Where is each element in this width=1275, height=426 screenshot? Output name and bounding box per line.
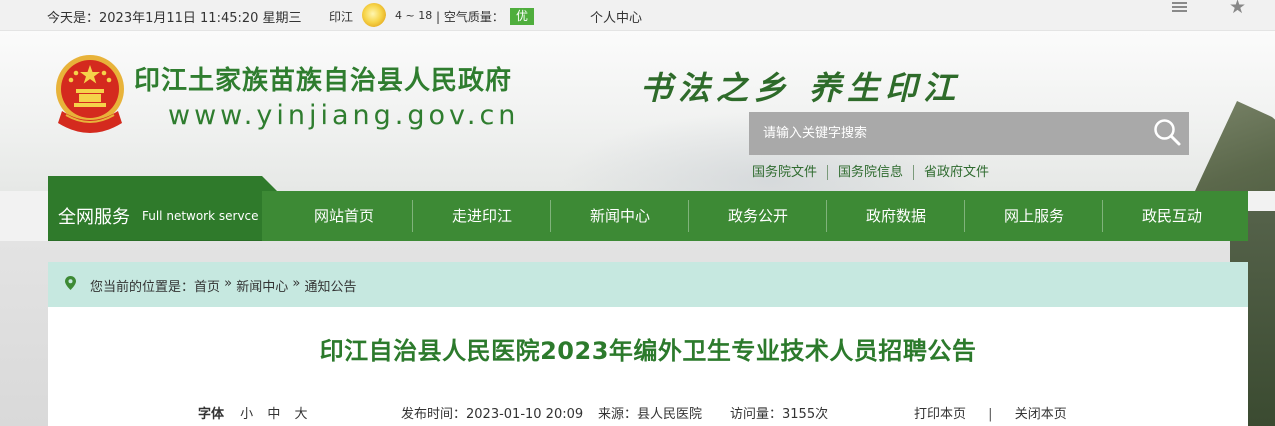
nav-item-news[interactable]: 新闻中心	[551, 191, 689, 241]
article-title: 印江自治县人民医院2023年编外卫生专业技术人员招聘公告	[319, 337, 977, 365]
calligraphy-slogan: 书法之乡 养生印江	[640, 69, 962, 107]
action-divider: |	[988, 407, 993, 422]
search-box	[749, 112, 1189, 155]
personal-center-link[interactable]: 个人中心	[590, 7, 642, 26]
site-domain: www.yinjiang.gov.cn	[168, 100, 520, 131]
close-page-link[interactable]: 关闭本页	[1015, 407, 1067, 422]
article-actions: 打印本页 | 关闭本页	[914, 403, 1067, 422]
quick-link-state-council-info[interactable]: 国务院信息	[828, 165, 915, 180]
service-label-cn: 全网服务	[58, 207, 130, 228]
nav-item-gov-data[interactable]: 政府数据	[827, 191, 965, 241]
article-source: 来源：县人民医院	[598, 407, 703, 422]
article-publish-time: 发布时间：2023-01-10 20:09	[401, 407, 584, 422]
location-pin-icon	[65, 276, 76, 290]
favorite-star-icon[interactable]: ★	[1229, 0, 1246, 18]
full-network-service-button[interactable]: 全网服务 Full network servce	[48, 176, 277, 241]
font-size-small[interactable]: 小	[240, 407, 253, 422]
nav-item-gov-affairs[interactable]: 政务公开	[689, 191, 827, 241]
nav-item-online-service[interactable]: 网上服务	[965, 191, 1103, 241]
search-input[interactable]	[749, 112, 1144, 155]
nav-item-home[interactable]: 网站首页	[275, 191, 413, 241]
air-quality-label: | 空气质量：	[436, 10, 504, 24]
site-title[interactable]: 印江土家族苗族自治县人民政府	[134, 60, 512, 97]
font-size-large[interactable]: 大	[294, 407, 307, 422]
national-emblem-icon	[56, 55, 124, 133]
font-size-medium[interactable]: 中	[267, 407, 280, 422]
article-views: 访问量：3155次	[730, 407, 829, 422]
weather-city: 印江	[329, 10, 354, 24]
nav-item-interaction[interactable]: 政民互动	[1103, 191, 1241, 241]
search-button[interactable]	[1144, 112, 1189, 155]
quick-link-state-council-docs[interactable]: 国务院文件	[752, 165, 829, 180]
quick-links: 国务院文件 国务院信息 省政府文件	[752, 165, 999, 180]
main-nav: 全网服务 Full network servce 网站首页 走进印江 新闻中心 …	[0, 176, 1275, 241]
article: 印江自治县人民医院2023年编外卫生专业技术人员招聘公告 字体 小 中 大 发布…	[48, 307, 1248, 426]
site-header: 印江土家族苗族自治县人民政府 www.yinjiang.gov.cn 书法之乡 …	[0, 31, 1275, 191]
breadcrumb-separator: »	[288, 276, 305, 291]
quick-link-provincial-docs[interactable]: 省政府文件	[914, 165, 999, 180]
font-size-label: 字体	[198, 407, 225, 422]
breadcrumb-news[interactable]: 新闻中心	[236, 276, 288, 295]
breadcrumb-notice[interactable]: 通知公告	[304, 276, 356, 295]
breadcrumb-home[interactable]: 首页	[194, 276, 220, 295]
service-tab-corner	[262, 176, 277, 191]
air-quality-badge: 优	[510, 8, 534, 25]
nav-item-about[interactable]: 走进印江	[413, 191, 551, 241]
top-info-bar: 今天是：2023年1月11日 11:45:20 星期三 印江 4 ~ 18 | …	[0, 0, 1275, 31]
breadcrumb: 您当前的位置是： 首页 » 新闻中心 » 通知公告	[48, 262, 1248, 307]
list-menu-icon[interactable]	[1172, 2, 1187, 12]
print-page-link[interactable]: 打印本页	[914, 407, 966, 422]
temperature: 4 ~ 18	[395, 9, 433, 22]
font-size-controls: 字体 小 中 大	[198, 403, 317, 422]
breadcrumb-prefix: 您当前的位置是：	[90, 280, 195, 295]
sunny-weather-icon	[362, 3, 386, 27]
breadcrumb-separator: »	[220, 276, 237, 291]
search-icon	[1153, 119, 1180, 146]
nav-items: 网站首页 走进印江 新闻中心 政务公开 政府数据 网上服务 政民互动	[275, 191, 1241, 241]
current-date: 今天是：2023年1月11日 11:45:20 星期三	[47, 11, 302, 26]
service-label-en: Full network servce	[142, 209, 259, 223]
